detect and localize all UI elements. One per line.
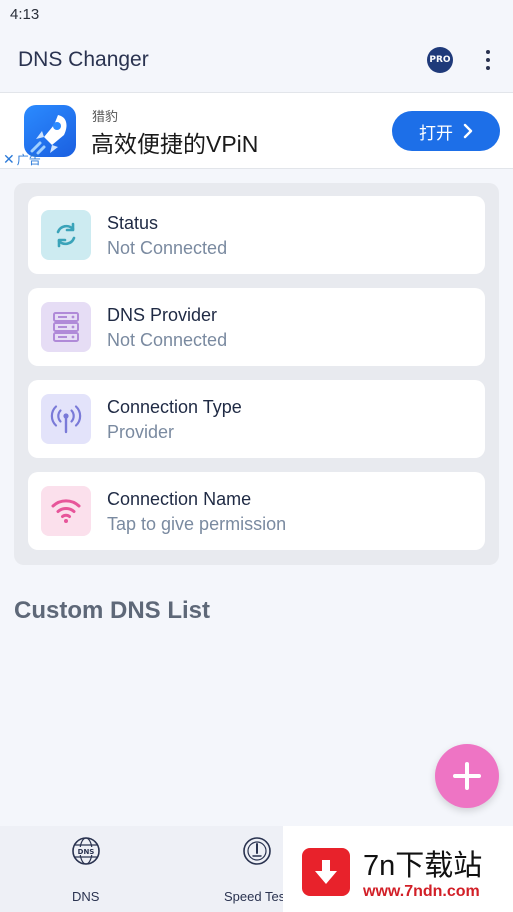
more-options-icon[interactable] <box>478 46 498 74</box>
connection-type-title: Connection Type <box>107 397 242 417</box>
pro-badge-button[interactable]: PRO <box>427 47 453 73</box>
status-time: 4:13 <box>10 6 40 23</box>
watermark: 7n下载站 www.7ndn.com <box>283 826 513 912</box>
status-title: Status <box>107 213 159 233</box>
chevron-right-icon <box>463 123 473 139</box>
app-bar: DNS Changer PRO <box>0 30 513 90</box>
server-icon <box>41 302 91 352</box>
nav-label-speed-test: Speed Tes <box>224 889 286 904</box>
connection-info-panel: Status Not Connected DNS Provider Not Co… <box>14 183 499 565</box>
connection-type-value: Provider <box>107 422 175 442</box>
dns-globe-icon: DNS <box>72 837 100 865</box>
ad-label[interactable]: ✕ 广告 <box>3 151 41 168</box>
sync-icon <box>41 210 91 260</box>
dns-provider-title: DNS Provider <box>107 305 218 325</box>
connection-type-card[interactable]: Connection Type Provider <box>28 380 485 458</box>
ad-open-button[interactable]: 打开 <box>392 111 500 151</box>
status-value: Not Connected <box>107 238 228 258</box>
speed-test-icon <box>243 837 271 865</box>
status-bar: 4:13 <box>0 0 513 30</box>
nav-item-dns[interactable]: DNS DNS <box>5 826 165 912</box>
ad-label-text: 广告 <box>16 153 41 167</box>
svg-text:DNS: DNS <box>78 848 95 856</box>
wifi-icon <box>41 486 91 536</box>
app-title: DNS Changer <box>18 48 149 71</box>
watermark-title: 7n下载站 <box>363 850 483 882</box>
connection-name-title: Connection Name <box>107 489 252 509</box>
ad-headline: 高效便捷的VPiN <box>91 131 259 157</box>
connection-name-card[interactable]: Connection Name Tap to give permission <box>28 472 485 550</box>
close-icon[interactable]: ✕ <box>3 151 15 168</box>
pro-badge-label: PRO <box>429 55 451 65</box>
rocket-icon <box>24 105 76 157</box>
ad-brand: 猎豹 <box>92 109 119 124</box>
screen: 4:13 DNS Changer PRO 猎豹 高效便捷的VPiN 打开 ✕ 广… <box>0 0 513 912</box>
add-dns-button[interactable] <box>435 744 499 808</box>
dns-provider-card[interactable]: DNS Provider Not Connected <box>28 288 485 366</box>
custom-dns-list-heading: Custom DNS List <box>14 597 211 624</box>
dns-provider-value: Not Connected <box>107 330 228 350</box>
watermark-url: www.7ndn.com <box>363 883 480 900</box>
download-arrow-icon <box>302 848 350 896</box>
ad-open-label: 打开 <box>419 123 453 143</box>
connection-name-value: Tap to give permission <box>107 514 287 534</box>
status-card[interactable]: Status Not Connected <box>28 196 485 274</box>
plus-icon <box>453 762 481 790</box>
ad-banner[interactable]: 猎豹 高效便捷的VPiN 打开 ✕ 广告 <box>0 92 513 169</box>
nav-label-dns: DNS <box>72 889 100 904</box>
antenna-icon <box>41 394 91 444</box>
